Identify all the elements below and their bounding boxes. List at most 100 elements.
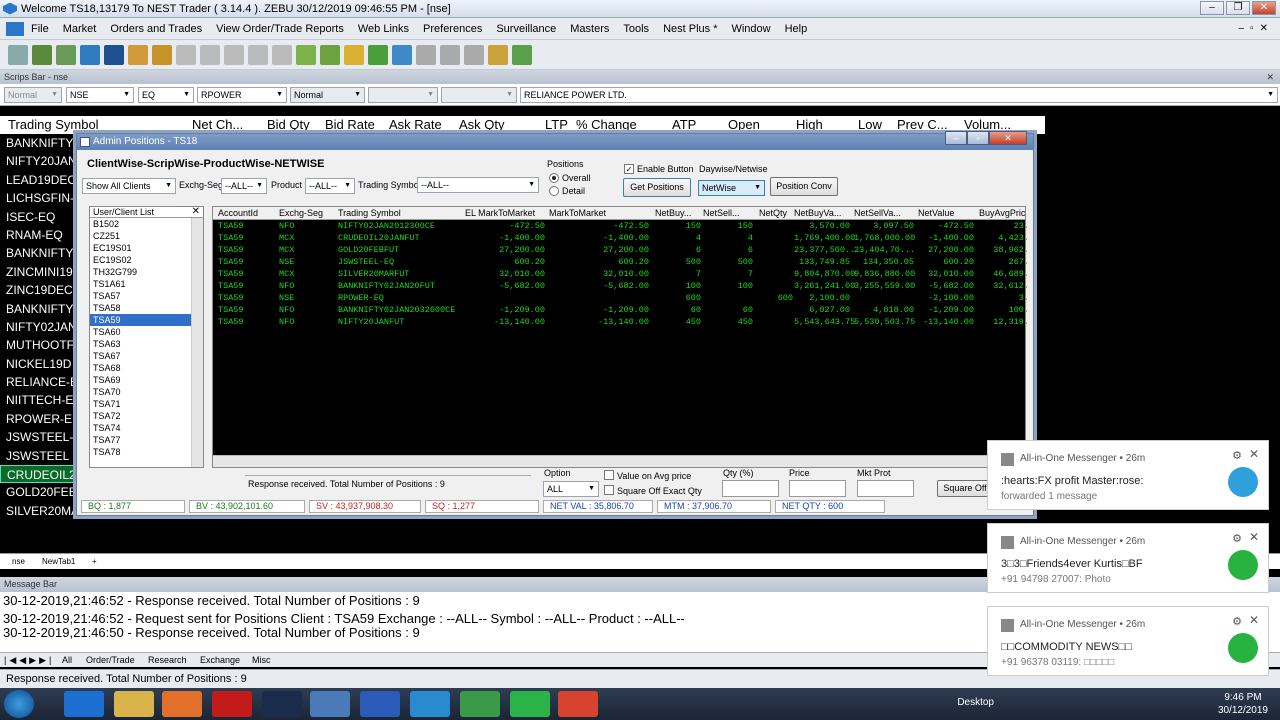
scrips-close-icon[interactable]: ✕ — [1266, 70, 1274, 84]
user-list-item[interactable]: TS1A61 — [90, 278, 203, 290]
user-list-item[interactable]: TSA63 — [90, 338, 203, 350]
toolbar-button-9[interactable] — [200, 44, 220, 65]
mw-col-header[interactable]: Open — [728, 117, 760, 132]
toolbar-button-10[interactable] — [224, 44, 244, 65]
grid-row[interactable]: TSA59 NFO NIFTY02JAN2012300CE -472.50 -472.5… — [213, 221, 1029, 233]
user-list-item[interactable]: TSA60 — [90, 326, 203, 338]
explorer-icon[interactable] — [114, 691, 154, 717]
mw-symbol-row[interactable]: LEAD19DEC — [0, 171, 76, 189]
toolbar-button-21[interactable] — [488, 44, 508, 65]
user-list-item[interactable]: TSA78 — [90, 446, 203, 458]
grid-col-header[interactable]: EL MarkToMarket — [465, 208, 535, 218]
menu-masters[interactable]: Masters — [563, 23, 616, 35]
grid-col-header[interactable]: NetQty — [759, 208, 787, 218]
mw-col-header[interactable]: Prev C... — [897, 117, 948, 132]
mw-col-header[interactable]: Bid Rate — [325, 117, 375, 132]
mw-col-header[interactable]: Trading Symbol — [8, 117, 99, 132]
menu-surveillance[interactable]: Surveillance — [489, 23, 563, 35]
show-clients-select[interactable]: Show All Clients ▼ — [82, 178, 176, 194]
series-select[interactable]: ▼ — [368, 87, 438, 103]
grid-row[interactable]: TSA59 MCX GOLD20FEBFUT 27,200.00 27,200.00 6 6… — [213, 245, 1029, 257]
mw-symbol-row[interactable]: JSWSTEEL- — [0, 428, 76, 446]
grid-col-header[interactable]: MarkToMarket — [549, 208, 606, 218]
menu-market[interactable]: Market — [56, 23, 104, 35]
mw-col-header[interactable]: Bid Qty — [267, 117, 310, 132]
mw-symbol-row[interactable]: MUTHOOTF — [0, 336, 76, 354]
mw-col-header[interactable]: Ask Qty — [459, 117, 505, 132]
mw-symbol-row[interactable]: NIFTY02JAN — [0, 318, 76, 336]
mw-col-header[interactable]: Ask Rate — [389, 117, 442, 132]
mw-symbol-row[interactable]: CRUDEOIL2 — [0, 465, 76, 484]
mw-col-header[interactable]: Volum... — [964, 117, 1011, 132]
mw-symbol-row[interactable]: ISEC-EQ — [0, 208, 76, 226]
grid-col-header[interactable]: Exchg-Seg — [279, 208, 323, 218]
user-list-item[interactable]: TH32G799 — [90, 266, 203, 278]
netwise-select[interactable]: NetWise ▼ — [698, 180, 765, 196]
mw-symbol-row[interactable]: BANKNIFTY — [0, 244, 76, 262]
user-list-item[interactable]: TSA67 — [90, 350, 203, 362]
detail-radio[interactable] — [549, 186, 559, 196]
msgtab-ordertrade[interactable]: Order/Trade — [86, 655, 135, 665]
toolbar-button-12[interactable] — [272, 44, 292, 65]
menu-preferences[interactable]: Preferences — [416, 23, 489, 35]
close-icon[interactable]: ✕ — [1249, 613, 1259, 627]
opera-icon[interactable] — [212, 691, 252, 717]
grid-row[interactable]: TSA59 NSE RPOWER-EQ 600 600 2,100.00 -2,100.00… — [213, 293, 1029, 305]
msgtab-misc[interactable]: Misc — [252, 655, 271, 665]
grid-col-header[interactable]: AccountId — [218, 208, 258, 218]
toolbar-button-15[interactable] — [344, 44, 364, 65]
admin-close-button[interactable]: ✕ — [989, 131, 1027, 145]
symbol-select[interactable]: RPOWER ▼ — [197, 87, 287, 103]
user-list-item[interactable]: EC19S02 — [90, 254, 203, 266]
symbol-select-admin[interactable]: --ALL-- ▼ — [417, 177, 539, 193]
mw-symbol-row[interactable]: GOLD20FEE — [0, 483, 76, 501]
mode-select[interactable]: Normal ▼ — [4, 87, 62, 103]
mw-symbol-row[interactable]: RELIANCE-E — [0, 373, 76, 391]
expiry-select[interactable]: ▼ — [441, 87, 517, 103]
chrome-icon[interactable] — [558, 691, 598, 717]
ordertype-select[interactable]: Normal ▼ — [290, 87, 365, 103]
close-icon[interactable]: ✕ — [1249, 530, 1259, 544]
gear-icon[interactable]: ⚙ — [1232, 615, 1242, 628]
menu-weblinks[interactable]: Web Links — [351, 23, 416, 35]
grid-horizontal-scrollbar[interactable] — [213, 455, 1025, 467]
user-list-item[interactable]: TSA69 — [90, 374, 203, 386]
user-list-scrollbar[interactable] — [191, 218, 203, 467]
toolbar-button-2[interactable] — [32, 44, 52, 65]
menu-orders[interactable]: Orders and Trades — [103, 23, 209, 35]
overall-radio[interactable] — [549, 173, 559, 183]
mw-symbol-row[interactable]: NIITTECH-E — [0, 391, 76, 409]
user-list-item[interactable]: TSA71 — [90, 398, 203, 410]
toolbar-button-22[interactable] — [512, 44, 532, 65]
start-button[interactable] — [4, 690, 34, 718]
media-player-icon[interactable] — [162, 691, 202, 717]
toolbar-button-17[interactable] — [392, 44, 412, 65]
position-conv-button[interactable]: Position Conv — [770, 177, 838, 196]
gear-icon[interactable]: ⚙ — [1232, 449, 1242, 462]
user-list-item[interactable]: TSA72 — [90, 410, 203, 422]
restore-button[interactable]: ❐ — [1226, 1, 1250, 15]
user-list-item[interactable]: TSA70 — [90, 386, 203, 398]
mw-symbol-row[interactable]: NICKEL19D — [0, 355, 76, 373]
mw-symbol-row[interactable]: BANKNIFTY — [0, 134, 76, 152]
mw-symbol-row[interactable]: RNAM-EQ — [0, 226, 76, 244]
product-select[interactable]: --ALL-- ▼ — [305, 178, 355, 194]
ie-icon[interactable] — [64, 691, 104, 717]
mw-symbol-row[interactable]: ZINC19DEC — [0, 281, 76, 299]
grid-row[interactable]: TSA59 NFO NIFTY20JANFUT -13,140.00 -13,140.0… — [213, 317, 1029, 329]
grid-col-header[interactable]: Trading Symbol — [338, 208, 401, 218]
word-icon[interactable] — [360, 691, 400, 717]
price-input[interactable] — [789, 480, 846, 497]
menu-file[interactable]: File — [24, 23, 56, 35]
grid-col-header[interactable]: NetSellVa... — [854, 208, 901, 218]
tab-newtab1[interactable]: NewTab1 — [42, 557, 75, 566]
menu-window[interactable]: Window — [724, 23, 777, 35]
user-list-close-icon[interactable]: ✕ — [192, 206, 200, 217]
mw-col-header[interactable]: Low — [858, 117, 882, 132]
toolbar-button-16[interactable] — [368, 44, 388, 65]
toolbar-button-14[interactable] — [320, 44, 340, 65]
square-off-button[interactable]: Square Off — [937, 480, 993, 497]
mw-col-header[interactable]: % Change — [576, 117, 637, 132]
close-icon[interactable]: ✕ — [1249, 447, 1259, 461]
mw-symbol-row[interactable]: BANKNIFTY — [0, 300, 76, 318]
